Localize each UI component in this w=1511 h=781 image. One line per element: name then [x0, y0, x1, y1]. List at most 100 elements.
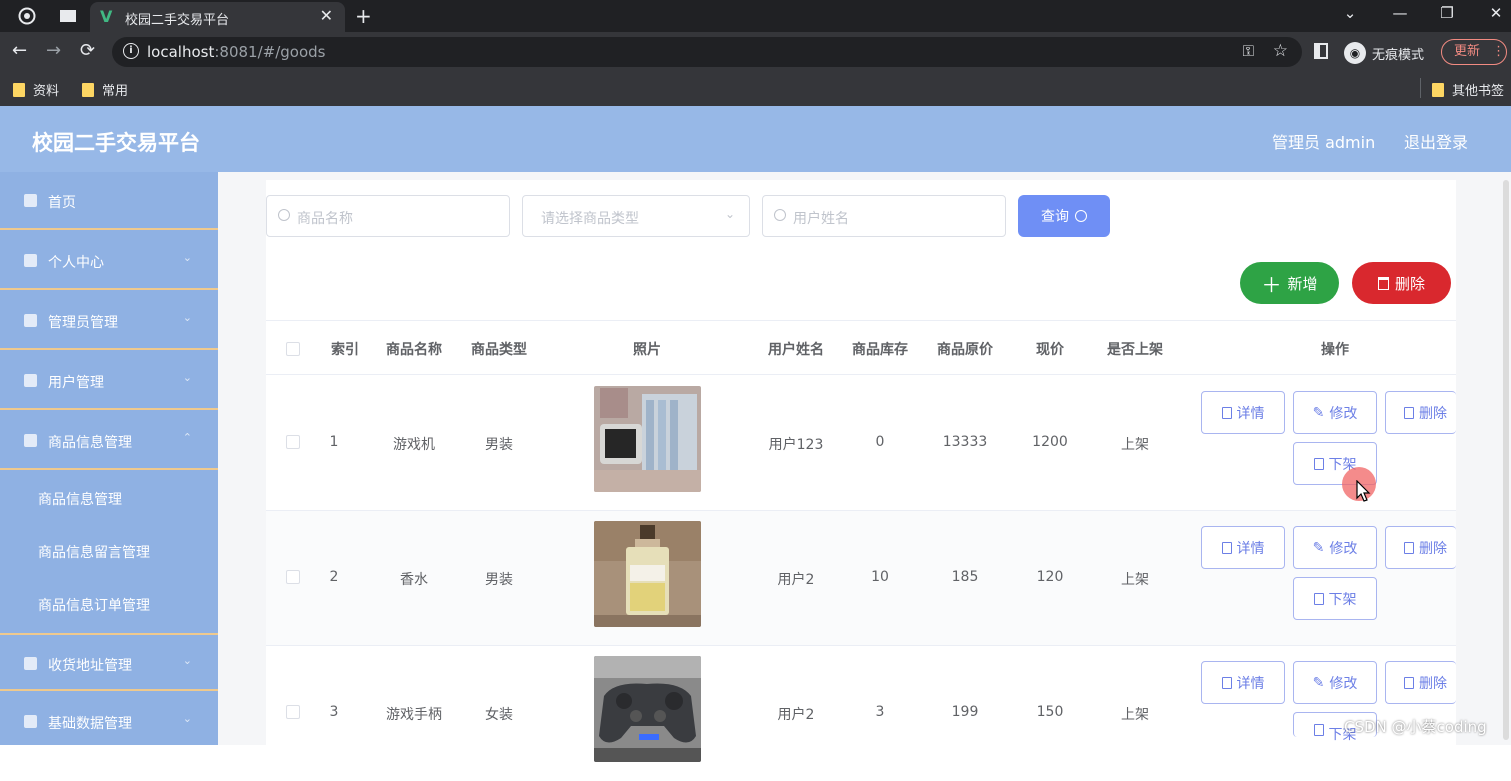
cell-price: 150: [1036, 704, 1064, 720]
edit-button[interactable]: ✎ 修改: [1293, 526, 1377, 569]
goods-panel: 商品名称 请选择商品类型 ⌄ 用户姓名 查询 ＋ 新增 删除 索引 商品名称 商…: [266, 180, 1456, 762]
cell-on-shelf: 上架: [1121, 707, 1149, 723]
sidebar-item-label: 首页: [48, 195, 76, 211]
goods-name-placeholder: 商品名称: [297, 211, 353, 227]
window-close-icon[interactable]: ✕: [1481, 4, 1511, 22]
home-icon: [24, 194, 37, 207]
logout-link[interactable]: 退出登录: [1404, 129, 1468, 153]
sidebar-item-home[interactable]: 首页: [0, 172, 218, 230]
bookmark-folder-changyong[interactable]: 常用: [82, 80, 128, 99]
user-icon: [24, 254, 37, 267]
sidebar-subitem-goods-orders[interactable]: 商品信息订单管理: [0, 578, 218, 631]
cell-index: 2: [329, 569, 339, 585]
pencil-icon: ✎: [1312, 674, 1325, 691]
edit-button[interactable]: ✎ 修改: [1293, 391, 1377, 434]
chevron-down-icon: ⌄: [182, 654, 192, 667]
detail-button[interactable]: 详情: [1201, 661, 1285, 704]
address-icon: [24, 657, 37, 670]
select-all-checkbox[interactable]: [286, 342, 300, 356]
delete-button[interactable]: 删除: [1385, 391, 1456, 434]
sidebar-subitem-goods-info[interactable]: 商品信息管理: [0, 472, 218, 525]
detail-button[interactable]: 详情: [1201, 391, 1285, 434]
tab-list-chevron-icon[interactable]: ⌄: [1335, 4, 1365, 22]
row-checkbox[interactable]: [286, 435, 300, 449]
incognito-label: 无痕模式: [1372, 47, 1425, 63]
browser-tab-bar: V 校园二手交易平台 ✕ + ⌄ — ❐ ✕: [0, 0, 1511, 32]
header-index: 索引: [331, 342, 359, 358]
page-scrollbar[interactable]: [1503, 180, 1509, 740]
sidebar-item-goods-management[interactable]: 商品信息管理 ⌃: [0, 412, 218, 470]
cell-goods-name: 香水: [400, 572, 428, 588]
site-info-icon[interactable]: i: [123, 43, 139, 59]
sidebar-subitem-label: 商品信息管理: [38, 492, 122, 508]
goods-icon: [24, 434, 37, 447]
sidebar-item-admin-management[interactable]: 管理员管理 ⌄: [0, 292, 218, 350]
cell-stock: 10: [871, 569, 889, 585]
new-tab-icon[interactable]: +: [355, 4, 372, 28]
bookmark-folder-other[interactable]: 其他书签: [1432, 80, 1504, 99]
incognito-icon: ◉: [1344, 42, 1366, 64]
url-omnibox[interactable]: i localhost:8081/#/goods ⚿ ☆: [112, 37, 1302, 67]
bookmark-label: 其他书签: [1452, 84, 1505, 99]
folder-icon: [1432, 82, 1444, 97]
row-checkbox[interactable]: [286, 570, 300, 584]
url-text: localhost:8081/#/goods: [147, 43, 326, 61]
sidebar-item-basic-data[interactable]: 基础数据管理 ⌄: [0, 693, 218, 751]
cell-price: 120: [1036, 569, 1064, 585]
main-content: 商品名称 请选择商品类型 ⌄ 用户姓名 查询 ＋ 新增 删除 索引 商品名称 商…: [218, 172, 1511, 762]
sidebar-subitem-goods-comments[interactable]: 商品信息留言管理: [0, 525, 218, 578]
reload-icon[interactable]: ⟳: [80, 40, 95, 61]
query-button[interactable]: 查询: [1018, 195, 1110, 237]
cell-goods-name: 游戏手柄: [386, 707, 442, 723]
forward-arrow-icon[interactable]: →: [46, 40, 61, 61]
goods-photo: [594, 386, 701, 492]
pencil-icon: ✎: [1312, 404, 1325, 421]
chevron-up-icon: ⌃: [182, 431, 192, 444]
goods-type-select[interactable]: 请选择商品类型 ⌄: [522, 195, 750, 237]
bookmark-divider: [1420, 78, 1421, 98]
incognito-indicator[interactable]: ◉ 无痕模式: [1344, 42, 1424, 64]
sidebar-subitem-label: 商品信息订单管理: [38, 598, 150, 614]
cell-goods-type: 女装: [485, 707, 513, 723]
tab-close-icon[interactable]: ✕: [320, 6, 333, 25]
update-button[interactable]: 更新 ⋮: [1441, 39, 1507, 65]
cell-stock: 3: [875, 704, 885, 720]
cell-original-price: 199: [951, 704, 979, 720]
maximize-icon[interactable]: ❐: [1432, 4, 1462, 22]
sidebar-item-label: 基础数据管理: [48, 716, 132, 732]
chevron-down-icon: ⌄: [182, 311, 192, 324]
bookmark-star-icon[interactable]: ☆: [1273, 41, 1288, 61]
detail-label: 详情: [1236, 675, 1265, 692]
cell-user-name: 用户2: [777, 572, 815, 588]
bookmark-folder-ziliao[interactable]: 资料: [13, 80, 59, 99]
address-bar: ← → ⟳ i localhost:8081/#/goods ⚿ ☆ ◉ 无痕模…: [0, 32, 1511, 72]
minimize-icon[interactable]: —: [1385, 4, 1415, 22]
sidebar-item-personal-center[interactable]: 个人中心 ⌄: [0, 232, 218, 290]
search-icon: [1075, 210, 1087, 222]
goods-photo: [594, 656, 701, 762]
detail-button[interactable]: 详情: [1201, 526, 1285, 569]
tab-active[interactable]: V 校园二手交易平台 ✕: [90, 2, 345, 32]
sidebar-item-label: 个人中心: [48, 255, 104, 271]
goods-name-search-input[interactable]: 商品名称: [266, 195, 510, 237]
edit-label: 修改: [1329, 675, 1358, 692]
add-button[interactable]: ＋ 新增: [1240, 262, 1339, 304]
tab-search-icon[interactable]: [57, 5, 79, 27]
sidebar-item-address-management[interactable]: 收货地址管理 ⌄: [0, 633, 218, 691]
user-name-search-input[interactable]: 用户姓名: [762, 195, 1006, 237]
chrome-menu-icon[interactable]: [16, 5, 38, 27]
trash-icon: [1377, 276, 1389, 290]
sidebar-item-label: 用户管理: [48, 375, 104, 391]
offshelf-button[interactable]: 下架: [1293, 577, 1377, 620]
sidebar-item-label: 管理员管理: [48, 315, 118, 331]
side-panel-icon[interactable]: [1314, 43, 1328, 59]
delete-button[interactable]: 删除: [1385, 661, 1456, 704]
delete-button[interactable]: 删除: [1385, 526, 1456, 569]
cell-index: 1: [329, 434, 339, 450]
back-arrow-icon[interactable]: ←: [12, 40, 27, 61]
password-key-icon[interactable]: ⚿: [1243, 42, 1254, 60]
batch-delete-button[interactable]: 删除: [1352, 262, 1451, 304]
sidebar-item-user-management[interactable]: 用户管理 ⌄: [0, 352, 218, 410]
edit-button[interactable]: ✎ 修改: [1293, 661, 1377, 704]
row-checkbox[interactable]: [286, 705, 300, 719]
